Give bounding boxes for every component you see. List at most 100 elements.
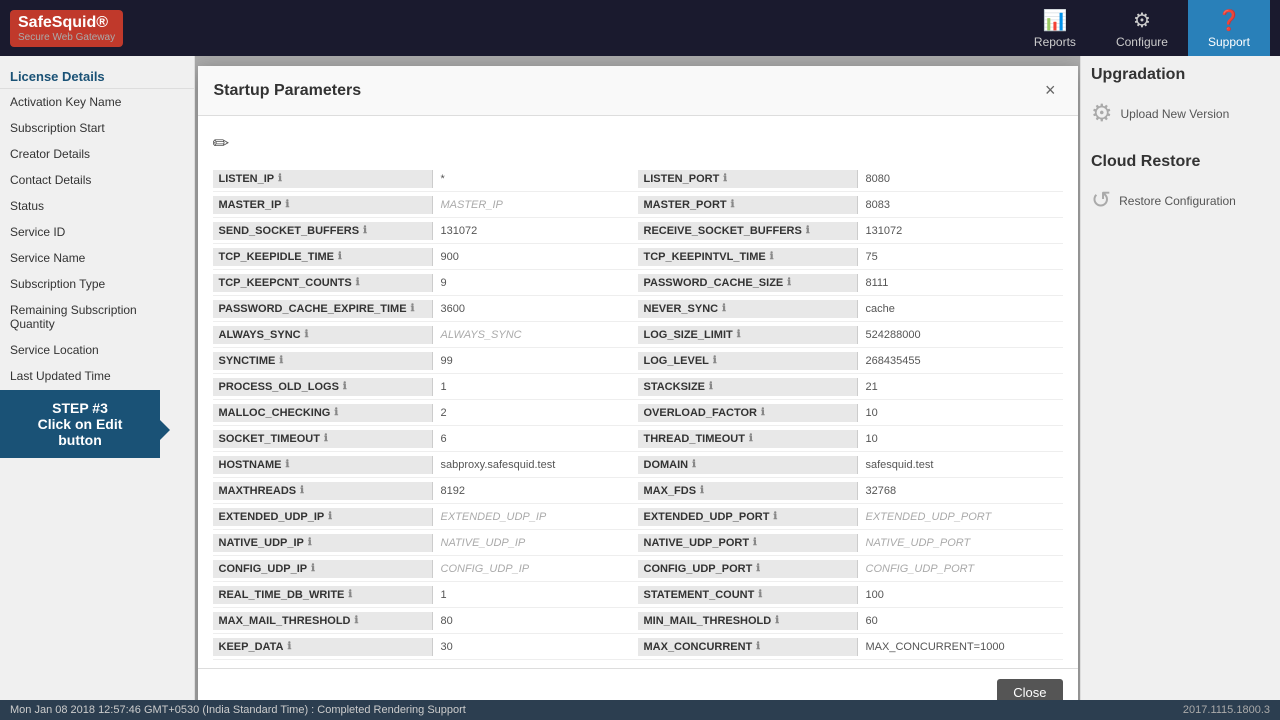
info-icon[interactable]: ℹ <box>343 381 347 392</box>
info-icon[interactable]: ℹ <box>749 433 753 444</box>
info-icon[interactable]: ℹ <box>278 173 282 184</box>
sidebar-item-subscription-start[interactable]: Subscription Start <box>0 115 194 141</box>
info-icon[interactable]: ℹ <box>300 485 304 496</box>
sidebar-item-subscription-type[interactable]: Subscription Type <box>0 271 194 297</box>
right-params-column: LISTEN_PORT ℹ 8080 MASTER_PORT ℹ 8083 RE… <box>638 166 1063 660</box>
main-content: License Details Activation Key Name Subs… <box>0 56 1280 700</box>
version-info: 2017.1115.1800.3 <box>1183 704 1270 716</box>
info-icon[interactable]: ℹ <box>334 407 338 418</box>
param-value: CONFIG_UDP_IP <box>433 560 638 578</box>
info-icon[interactable]: ℹ <box>324 433 328 444</box>
param-value: 6 <box>433 430 638 448</box>
param-value: MASTER_IP <box>433 196 638 214</box>
sidebar-item-last-updated[interactable]: Last Updated Time <box>0 363 194 389</box>
nav-support[interactable]: ❓ Support <box>1188 0 1270 57</box>
modal-title: Startup Parameters <box>214 82 362 100</box>
nav-reports-label: Reports <box>1034 35 1076 49</box>
info-icon[interactable]: ℹ <box>722 303 726 314</box>
nav-configure[interactable]: ⚙ Configure <box>1096 0 1188 57</box>
info-icon[interactable]: ℹ <box>713 355 717 366</box>
info-icon[interactable]: ℹ <box>285 459 289 470</box>
param-value: 80 <box>433 612 638 630</box>
param-value: 60 <box>858 612 1063 630</box>
param-value: 268435455 <box>858 352 1063 370</box>
param-value: EXTENDED_UDP_IP <box>433 508 638 526</box>
info-icon[interactable]: ℹ <box>363 225 367 236</box>
param-value: 524288000 <box>858 326 1063 344</box>
info-icon[interactable]: ℹ <box>775 615 779 626</box>
info-icon[interactable]: ℹ <box>753 537 757 548</box>
modal-close-button[interactable]: × <box>1039 78 1062 103</box>
param-name: LOG_SIZE_LIMIT ℹ <box>638 326 858 344</box>
info-icon[interactable]: ℹ <box>756 563 760 574</box>
param-name: EXTENDED_UDP_PORT ℹ <box>638 508 858 526</box>
info-icon[interactable]: ℹ <box>761 407 765 418</box>
restore-item[interactable]: ↺ Restore Configuration <box>1091 181 1270 220</box>
info-icon[interactable]: ℹ <box>411 303 415 314</box>
logo-text: SafeSquid® <box>18 14 108 31</box>
sidebar-item-remaining-qty[interactable]: Remaining Subscription Quantity <box>0 297 194 337</box>
param-row: MASTER_IP ℹ MASTER_IP <box>213 192 638 218</box>
sidebar-item-service-id[interactable]: Service ID <box>0 219 194 245</box>
info-icon[interactable]: ℹ <box>737 329 741 340</box>
param-row: SOCKET_TIMEOUT ℹ 6 <box>213 426 638 452</box>
info-icon[interactable]: ℹ <box>692 459 696 470</box>
sidebar-item-creator-details[interactable]: Creator Details <box>0 141 194 167</box>
info-icon[interactable]: ℹ <box>311 563 315 574</box>
param-name: TCP_KEEPCNT_COUNTS ℹ <box>213 274 433 292</box>
param-name: LOG_LEVEL ℹ <box>638 352 858 370</box>
configure-icon: ⚙ <box>1133 8 1151 33</box>
logo-sub: Secure Web Gateway <box>18 32 115 43</box>
info-icon[interactable]: ℹ <box>288 641 292 652</box>
param-name: MAX_FDS ℹ <box>638 482 858 500</box>
param-name: RECEIVE_SOCKET_BUFFERS ℹ <box>638 222 858 240</box>
param-name: MALLOC_CHECKING ℹ <box>213 404 433 422</box>
info-icon[interactable]: ℹ <box>279 355 283 366</box>
param-name: KEEP_DATA ℹ <box>213 638 433 656</box>
info-icon[interactable]: ℹ <box>758 589 762 600</box>
sidebar-item-service-location[interactable]: Service Location <box>0 337 194 363</box>
param-row: TCP_KEEPCNT_COUNTS ℹ 9 <box>213 270 638 296</box>
sidebar-item-activation-key[interactable]: Activation Key Name <box>0 89 194 115</box>
param-row: NATIVE_UDP_PORT ℹ NATIVE_UDP_PORT <box>638 530 1063 556</box>
modal: Startup Parameters × ✏ LISTEN_IP ℹ * MAS… <box>198 66 1078 700</box>
info-icon[interactable]: ℹ <box>709 381 713 392</box>
info-icon[interactable]: ℹ <box>700 485 704 496</box>
info-icon[interactable]: ℹ <box>356 277 360 288</box>
param-row: REAL_TIME_DB_WRITE ℹ 1 <box>213 582 638 608</box>
info-icon[interactable]: ℹ <box>308 537 312 548</box>
param-row: LOG_LEVEL ℹ 268435455 <box>638 348 1063 374</box>
param-row: TCP_KEEPINTVL_TIME ℹ 75 <box>638 244 1063 270</box>
param-name: CONFIG_UDP_IP ℹ <box>213 560 433 578</box>
sidebar-item-contact-details[interactable]: Contact Details <box>0 167 194 193</box>
param-value: 1 <box>433 586 638 604</box>
info-icon[interactable]: ℹ <box>328 511 332 522</box>
info-icon[interactable]: ℹ <box>338 251 342 262</box>
info-icon[interactable]: ℹ <box>731 199 735 210</box>
upload-item[interactable]: ⚙ Upload New Version <box>1091 94 1270 133</box>
info-icon[interactable]: ℹ <box>348 589 352 600</box>
nav-reports[interactable]: 📊 Reports <box>1014 0 1096 57</box>
param-name: SYNCTIME ℹ <box>213 352 433 370</box>
param-row: MIN_MAIL_THRESHOLD ℹ 60 <box>638 608 1063 634</box>
param-name: MASTER_PORT ℹ <box>638 196 858 214</box>
info-icon[interactable]: ℹ <box>756 641 760 652</box>
param-name: MASTER_IP ℹ <box>213 196 433 214</box>
info-icon[interactable]: ℹ <box>773 511 777 522</box>
param-value: ALWAYS_SYNC <box>433 326 638 344</box>
info-icon[interactable]: ℹ <box>285 199 289 210</box>
sidebar-item-status[interactable]: Status <box>0 193 194 219</box>
info-icon[interactable]: ℹ <box>806 225 810 236</box>
info-icon[interactable]: ℹ <box>305 329 309 340</box>
param-row: LOG_SIZE_LIMIT ℹ 524288000 <box>638 322 1063 348</box>
info-icon[interactable]: ℹ <box>355 615 359 626</box>
param-name: SOCKET_TIMEOUT ℹ <box>213 430 433 448</box>
info-icon[interactable]: ℹ <box>787 277 791 288</box>
param-value: NATIVE_UDP_PORT <box>858 534 1063 552</box>
restore-icon: ↺ <box>1091 186 1111 215</box>
info-icon[interactable]: ℹ <box>723 173 727 184</box>
sidebar-item-service-name[interactable]: Service Name <box>0 245 194 271</box>
edit-button[interactable]: ✏ <box>213 131 230 156</box>
info-icon[interactable]: ℹ <box>770 251 774 262</box>
close-button[interactable]: Close <box>997 679 1062 700</box>
